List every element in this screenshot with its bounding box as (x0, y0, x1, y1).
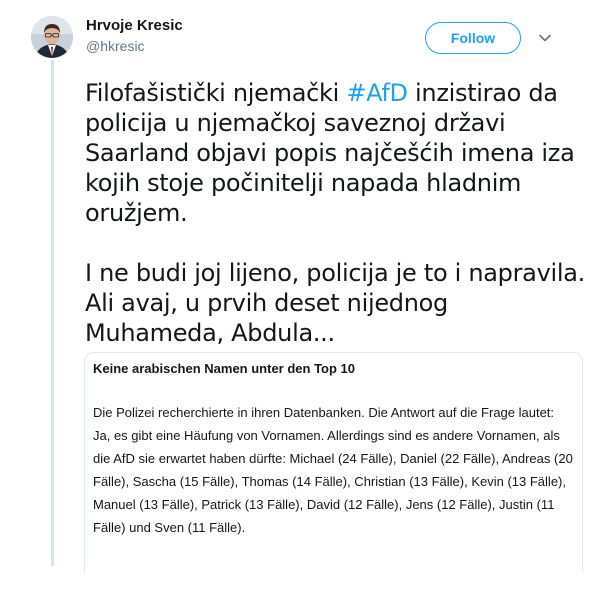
follow-button[interactable]: Follow (425, 22, 521, 54)
author-name[interactable]: Hrvoje Kresic (86, 17, 183, 34)
avatar[interactable] (31, 16, 73, 58)
thread-rail (51, 60, 54, 566)
more-menu-button[interactable] (537, 30, 553, 46)
tweet-paragraph-1: Filofašistički njemački #AfD inzistirao … (85, 78, 585, 228)
hashtag-link[interactable]: #AfD (346, 79, 408, 107)
tweet-text-part: Filofašistički njemački (85, 79, 347, 107)
avatar-photo (31, 16, 73, 58)
tweet-text: Filofašistički njemački #AfD inzistirao … (85, 78, 585, 348)
quoted-article-card[interactable]: Keine arabischen Namen unter den Top 10 … (84, 352, 583, 572)
tweet-paragraph-2: I ne budi joj lijeno, policija je to i n… (85, 259, 585, 347)
author-handle[interactable]: @hkresic (86, 38, 145, 54)
card-body: Die Polizei recherchierte in ihren Daten… (93, 405, 573, 535)
card-title: Keine arabischen Namen unter den Top 10 (93, 361, 355, 376)
chevron-down-icon (539, 34, 551, 42)
